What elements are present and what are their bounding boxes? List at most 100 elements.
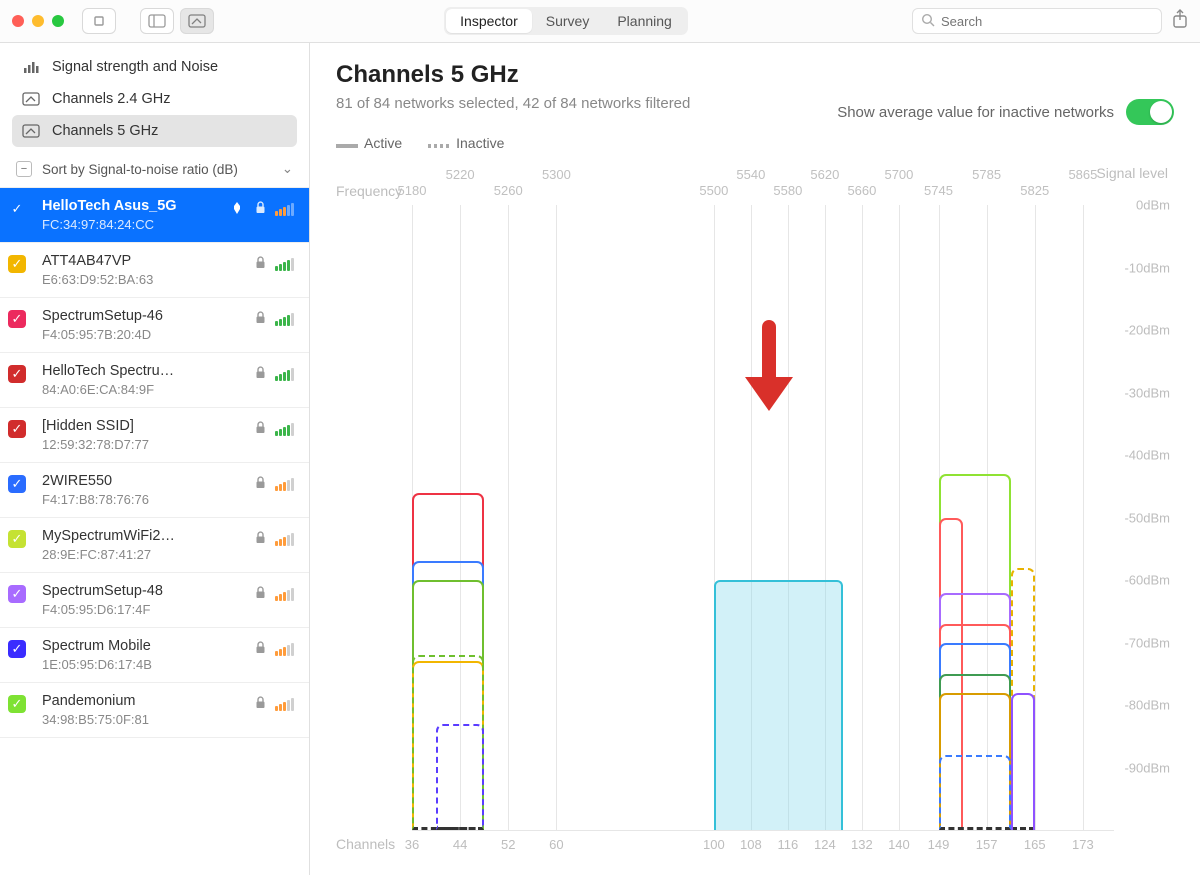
network-checkbox[interactable]: ✓ xyxy=(8,365,26,383)
network-name: ATT4AB47VP xyxy=(42,253,225,269)
network-name: HelloTech Asus_5G xyxy=(42,198,225,214)
zoom-window[interactable] xyxy=(52,15,64,27)
tab-inspector[interactable]: Inspector xyxy=(446,9,532,33)
gridline xyxy=(862,205,863,830)
main-panel: Channels 5 GHz 81 of 84 networks selecte… xyxy=(310,43,1200,875)
gridline xyxy=(508,205,509,830)
share-button[interactable] xyxy=(1172,9,1188,34)
network-checkbox[interactable]: ✓ xyxy=(8,420,26,438)
network-name: Pandemonium xyxy=(42,693,225,709)
lock-icon xyxy=(249,476,271,492)
network-name: SpectrumSetup-48 xyxy=(42,583,225,599)
channel-tick: 165 xyxy=(1024,837,1046,852)
y-tick: -30dBm xyxy=(1124,385,1170,400)
frequency-tick: 5620 xyxy=(810,167,839,182)
signal-strength-icon xyxy=(275,532,299,546)
frequency-tick: 5660 xyxy=(847,183,876,198)
signal-strength-icon xyxy=(275,587,299,601)
network-checkbox[interactable]: ✓ xyxy=(8,695,26,713)
network-name: Spectrum Mobile xyxy=(42,638,225,654)
channel-tick: 44 xyxy=(453,837,467,852)
frequency-tick: 5220 xyxy=(446,167,475,182)
network-row[interactable]: ✓ Pandemonium 34:98:B5:75:0F:81 xyxy=(0,683,309,738)
record-button[interactable] xyxy=(82,8,116,34)
network-checkbox[interactable]: ✓ xyxy=(8,640,26,658)
signal-strength-icon xyxy=(275,367,299,381)
network-name: SpectrumSetup-46 xyxy=(42,308,225,324)
network-checkbox[interactable]: ✓ xyxy=(8,585,26,603)
network-row[interactable]: ✓HelloTech Spectru…84:A0:6E:CA:84:9F xyxy=(0,353,309,408)
y-tick: -40dBm xyxy=(1124,448,1170,463)
signal-strength-icon xyxy=(275,642,299,656)
lock-icon xyxy=(249,311,271,327)
channel-tick: 157 xyxy=(976,837,998,852)
sort-row: − Sort by Signal-to-noise ratio (dB) ⌄ xyxy=(0,155,309,187)
channel-tick: 52 xyxy=(501,837,515,852)
sidebar-toggle[interactable] xyxy=(140,8,174,34)
tab-survey[interactable]: Survey xyxy=(532,9,604,33)
network-mac: F4:05:95:D6:17:4F xyxy=(42,602,225,617)
close-window[interactable] xyxy=(12,15,24,27)
channel-icon xyxy=(22,92,40,106)
lock-icon xyxy=(249,641,271,657)
network-checkbox[interactable]: ✓ xyxy=(8,530,26,548)
network-list[interactable]: ✓HelloTech Asus_5GFC:34:97:84:24:CC✓ATT4… xyxy=(0,187,309,875)
legend-active: Active xyxy=(336,135,402,151)
search-icon xyxy=(921,13,935,30)
channel-tick: 132 xyxy=(851,837,873,852)
signal-strength-icon xyxy=(275,257,299,271)
search-field[interactable] xyxy=(912,8,1162,34)
frequency-tick: 5865 xyxy=(1068,167,1097,182)
y-tick: -50dBm xyxy=(1124,510,1170,525)
network-row[interactable]: ✓Spectrum Mobile1E:05:95:D6:17:4B xyxy=(0,628,309,683)
frequency-tick: 5745 xyxy=(924,183,953,198)
sidebar-nav-item[interactable]: Signal strength and Noise xyxy=(12,51,297,83)
map-view-toggle[interactable] xyxy=(180,8,214,34)
frequency-tick: 5300 xyxy=(542,167,571,182)
y-tick: 0dBm xyxy=(1136,198,1170,213)
frequency-title: Frequency xyxy=(336,183,402,199)
channel-icon xyxy=(22,124,40,138)
network-checkbox[interactable]: ✓ xyxy=(8,310,26,328)
select-all-checkbox[interactable]: − xyxy=(16,161,32,177)
network-row[interactable]: ✓HelloTech Asus_5GFC:34:97:84:24:CC xyxy=(0,188,309,243)
sort-label[interactable]: Sort by Signal-to-noise ratio (dB) xyxy=(42,162,272,177)
network-checkbox[interactable]: ✓ xyxy=(8,200,26,218)
lock-icon xyxy=(249,696,271,712)
signal-curve xyxy=(939,755,1011,830)
signal-strength-icon xyxy=(275,202,299,216)
signal-curve xyxy=(1011,693,1035,831)
frequency-tick: 5825 xyxy=(1020,183,1049,198)
network-checkbox[interactable]: ✓ xyxy=(8,475,26,493)
network-row[interactable]: ✓MySpectrumWiFi2…28:9E:FC:87:41:27 xyxy=(0,518,309,573)
network-row[interactable]: ✓ATT4AB47VPE6:63:D9:52:BA:63 xyxy=(0,243,309,298)
network-row[interactable]: ✓[Hidden SSID]12:59:32:78:D7:77 xyxy=(0,408,309,463)
page-subtitle: 81 of 84 networks selected, 42 of 84 net… xyxy=(336,95,690,112)
avg-toggle[interactable] xyxy=(1126,99,1174,125)
network-row[interactable]: ✓SpectrumSetup-46F4:05:95:7B:20:4D xyxy=(0,298,309,353)
channel-tick: 108 xyxy=(740,837,762,852)
network-checkbox[interactable]: ✓ xyxy=(8,255,26,273)
sidebar-nav-item[interactable]: Channels 2.4 GHz xyxy=(12,83,297,115)
tab-planning[interactable]: Planning xyxy=(603,9,686,33)
sidebar-nav-label: Channels 2.4 GHz xyxy=(52,91,170,107)
avg-label: Show average value for inactive networks xyxy=(837,104,1114,121)
network-mac: 28:9E:FC:87:41:27 xyxy=(42,547,225,562)
network-mac: 34:98:B5:75:0F:81 xyxy=(42,712,225,727)
y-tick: -20dBm xyxy=(1124,323,1170,338)
network-row[interactable]: ✓2WIRE550F4:17:B8:78:76:76 xyxy=(0,463,309,518)
chart: Frequency Signal level Channels 51805220… xyxy=(336,165,1174,865)
minimize-window[interactable] xyxy=(32,15,44,27)
search-input[interactable] xyxy=(941,14,1153,29)
gridline xyxy=(556,205,557,830)
chevron-down-icon[interactable]: ⌄ xyxy=(282,161,293,177)
network-row[interactable]: ✓ SpectrumSetup-48 F4:05:95:D6:17:4F xyxy=(0,573,309,628)
network-name: 2WIRE550 xyxy=(42,473,225,489)
lock-icon xyxy=(249,256,271,272)
channel-tick: 124 xyxy=(814,837,836,852)
sidebar: Signal strength and Noise Channels 2.4 GH… xyxy=(0,43,310,875)
highlight-region xyxy=(714,580,844,830)
channel-tick: 60 xyxy=(549,837,563,852)
sidebar-nav-item[interactable]: Channels 5 GHz xyxy=(12,115,297,147)
chart-plot[interactable]: Channels 5180522052605300550055405580562… xyxy=(412,205,1114,831)
